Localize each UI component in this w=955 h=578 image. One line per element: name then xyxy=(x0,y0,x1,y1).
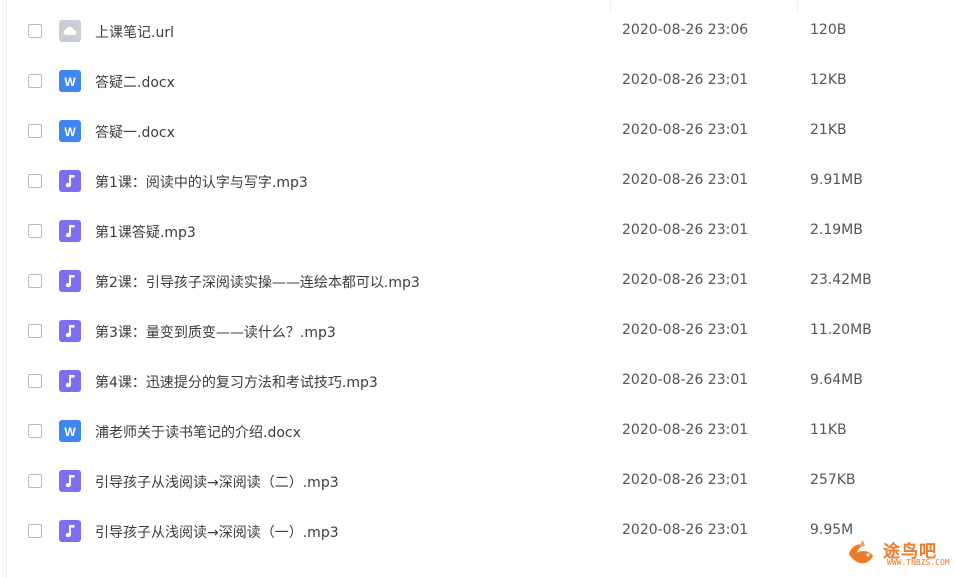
word-doc-icon: W xyxy=(59,420,81,442)
row-checkbox[interactable] xyxy=(28,224,42,238)
file-name[interactable]: 第1课答疑.mp3 xyxy=(95,222,196,242)
file-date: 2020-08-26 23:01 xyxy=(622,222,749,238)
file-size: 12KB xyxy=(810,72,847,88)
file-date: 2020-08-26 23:01 xyxy=(622,522,749,538)
file-row[interactable]: W 浦老师关于读书笔记的介绍.docx 2020-08-26 23:01 11KB xyxy=(0,407,955,457)
file-name[interactable]: 浦老师关于读书笔记的介绍.docx xyxy=(95,422,301,442)
file-size: 2.19MB xyxy=(810,222,863,238)
file-row[interactable]: 第4课：迅速提分的复习方法和考试技巧.mp3 2020-08-26 23:01 9.… xyxy=(0,357,955,407)
file-row[interactable]: 第1课答疑.mp3 2020-08-26 23:01 2.19MB xyxy=(0,207,955,257)
file-size: 11.20MB xyxy=(810,322,872,338)
row-checkbox[interactable] xyxy=(28,24,42,38)
file-name[interactable]: 第3课：量变到质变——读什么？.mp3 xyxy=(95,322,336,342)
row-checkbox[interactable] xyxy=(28,374,42,388)
file-list: 免费下载10000G海量学习资源.url2020-08-26 23:06120B… xyxy=(0,0,955,557)
file-row[interactable]: 免费下载10000G海量学习资源.url2020-08-26 23:06120B xyxy=(0,0,955,7)
row-checkbox[interactable] xyxy=(28,74,42,88)
music-note-icon xyxy=(59,270,81,292)
music-note-icon xyxy=(59,370,81,392)
svg-text:W: W xyxy=(64,75,76,87)
file-size: 11KB xyxy=(810,422,847,438)
music-note-icon xyxy=(59,220,81,242)
file-name[interactable]: 答疑二.docx xyxy=(95,72,175,92)
watermark: 途鸟吧 WWW.TNBZS.COM xyxy=(845,536,950,572)
file-name[interactable]: 第4课：迅速提分的复习方法和考试技巧.mp3 xyxy=(95,372,378,392)
file-row[interactable]: 引导孩子从浅阅读→深阅读（一）.mp3 2020-08-26 23:01 9.95M xyxy=(0,507,955,557)
row-checkbox[interactable] xyxy=(28,124,42,138)
file-size: 120B xyxy=(810,22,847,38)
file-name[interactable]: 第2课：引导孩子深阅读实操——连绘本都可以.mp3 xyxy=(95,272,420,292)
file-date: 2020-08-26 23:01 xyxy=(622,122,749,138)
file-date: 2020-08-26 23:01 xyxy=(622,372,749,388)
cloud-link-icon xyxy=(59,20,81,42)
file-row[interactable]: 第3课：量变到质变——读什么？.mp3 2020-08-26 23:01 11.20… xyxy=(0,307,955,357)
file-name[interactable]: 上课笔记.url xyxy=(95,22,174,42)
bird-logo-icon xyxy=(849,540,873,564)
file-date: 2020-08-26 23:01 xyxy=(622,322,749,338)
music-note-icon xyxy=(59,320,81,342)
file-row[interactable]: 第2课：引导孩子深阅读实操——连绘本都可以.mp3 2020-08-26 23:0… xyxy=(0,257,955,307)
file-row[interactable]: 第1课：阅读中的认字与写字.mp3 2020-08-26 23:01 9.91MB xyxy=(0,157,955,207)
file-size: 9.91MB xyxy=(810,172,863,188)
file-row[interactable]: W 答疑一.docx 2020-08-26 23:01 21KB xyxy=(0,107,955,157)
music-note-icon xyxy=(59,520,81,542)
row-checkbox[interactable] xyxy=(28,324,42,338)
word-doc-icon: W xyxy=(59,120,81,142)
file-size: 21KB xyxy=(810,122,847,138)
word-doc-icon: W xyxy=(59,70,81,92)
file-name[interactable]: 答疑一.docx xyxy=(95,122,175,142)
file-row[interactable]: 上课笔记.url 2020-08-26 23:06 120B xyxy=(0,7,955,57)
svg-text:W: W xyxy=(64,125,76,137)
row-checkbox[interactable] xyxy=(28,174,42,188)
file-size: 9.64MB xyxy=(810,372,863,388)
row-checkbox[interactable] xyxy=(28,524,42,538)
file-date: 2020-08-26 23:01 xyxy=(622,272,749,288)
file-date: 2020-08-26 23:01 xyxy=(622,472,749,488)
file-row[interactable]: 引导孩子从浅阅读→深阅读（二）.mp3 2020-08-26 23:01 257KB xyxy=(0,457,955,507)
row-checkbox[interactable] xyxy=(28,474,42,488)
music-note-icon xyxy=(59,470,81,492)
svg-text:W: W xyxy=(64,425,76,437)
file-name[interactable]: 第1课：阅读中的认字与写字.mp3 xyxy=(95,172,308,192)
music-note-icon xyxy=(59,170,81,192)
file-name[interactable]: 引导孩子从浅阅读→深阅读（二）.mp3 xyxy=(95,472,339,492)
row-checkbox[interactable] xyxy=(28,424,42,438)
file-date: 2020-08-26 23:01 xyxy=(622,172,749,188)
file-size: 257KB xyxy=(810,472,856,488)
file-date: 2020-08-26 23:01 xyxy=(622,422,749,438)
file-date: 2020-08-26 23:01 xyxy=(622,72,749,88)
file-row[interactable]: W 答疑二.docx 2020-08-26 23:01 12KB xyxy=(0,57,955,107)
file-size: 23.42MB xyxy=(810,272,872,288)
watermark-url: WWW.TNBZS.COM xyxy=(887,558,950,567)
file-name[interactable]: 引导孩子从浅阅读→深阅读（一）.mp3 xyxy=(95,522,339,542)
file-date: 2020-08-26 23:06 xyxy=(622,22,749,38)
row-checkbox[interactable] xyxy=(28,274,42,288)
